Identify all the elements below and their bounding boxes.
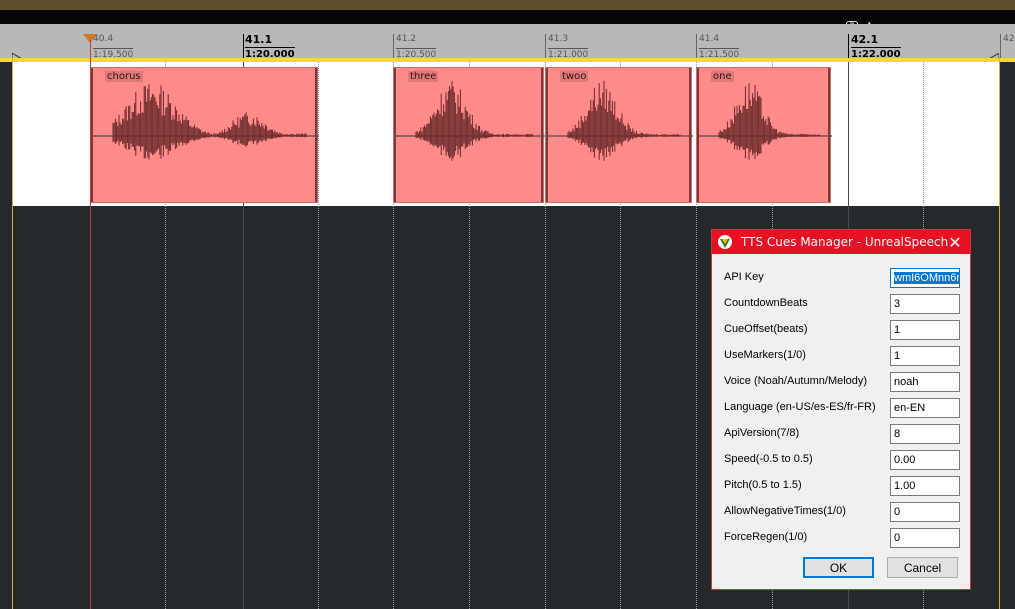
pitch-input[interactable]: 1.00 bbox=[890, 476, 960, 496]
region-lane[interactable]: 3 chorus bbox=[0, 10, 1015, 33]
clip-left-edge[interactable] bbox=[697, 68, 699, 202]
ruler-tick bbox=[1000, 34, 1001, 58]
field-row-pitch: Pitch(0.5 to 1.5) 1.00 bbox=[712, 476, 972, 496]
dialog-title: TTS Cues Manager - UnrealSpeech bbox=[741, 235, 949, 249]
cue-offset-input[interactable]: 1 bbox=[890, 320, 960, 340]
ruler-beat-label: 42.1 bbox=[851, 33, 879, 46]
timeline-ruler[interactable]: 40.4 1:19.500 41.1 1:20.000 41.2 1:20.50… bbox=[0, 24, 1015, 60]
countdown-beats-input[interactable]: 3 bbox=[890, 294, 960, 314]
audio-clip[interactable]: one bbox=[696, 67, 832, 203]
ruler-tick bbox=[848, 34, 849, 58]
clip-label: twoo bbox=[560, 71, 589, 82]
clip-left-edge[interactable] bbox=[546, 68, 548, 202]
waveform bbox=[91, 84, 319, 160]
waveform bbox=[697, 83, 832, 160]
field-label: Voice (Noah/Autumn/Melody) bbox=[724, 375, 868, 387]
clip-label: three bbox=[408, 71, 439, 82]
field-row-force-regen: ForceRegen(1/0) 0 bbox=[712, 528, 972, 548]
field-row-cue-offset: CueOffset(beats) 1 bbox=[712, 320, 972, 340]
force-regen-input[interactable]: 0 bbox=[890, 528, 960, 548]
ruler-tick bbox=[393, 34, 394, 58]
clip-right-edge[interactable] bbox=[828, 68, 830, 202]
track-end-edge bbox=[999, 58, 1000, 609]
edit-cursor-line bbox=[90, 40, 91, 609]
field-label: AllowNegativeTimes(1/0) bbox=[724, 505, 846, 517]
ruler-tick bbox=[243, 34, 244, 58]
field-label: ForceRegen(1/0) bbox=[724, 531, 808, 543]
api-version-input[interactable]: 8 bbox=[890, 424, 960, 444]
tts-cues-dialog: TTS Cues Manager - UnrealSpeech ✕ API Ke… bbox=[711, 229, 971, 590]
language-input[interactable]: en-EN bbox=[890, 398, 960, 418]
clip-left-edge[interactable] bbox=[91, 68, 93, 202]
field-row-voice: Voice (Noah/Autumn/Melody) noah bbox=[712, 372, 972, 392]
audio-clip[interactable]: chorus bbox=[90, 67, 319, 203]
field-label: CueOffset(beats) bbox=[724, 323, 808, 335]
ruler-beat-label: 41.2 bbox=[396, 34, 417, 44]
field-row-allow-negative-times: AllowNegativeTimes(1/0) 0 bbox=[712, 502, 972, 522]
api-key-input[interactable]: wmI6OMnn6n bbox=[890, 268, 960, 288]
clip-right-edge[interactable] bbox=[689, 68, 691, 202]
use-markers-input[interactable]: 1 bbox=[890, 346, 960, 366]
field-label: Language (en-US/es-ES/fr-FR) bbox=[724, 401, 876, 413]
field-label: ApiVersion(7/8) bbox=[724, 427, 800, 439]
ruler-beat-label: 41.4 bbox=[699, 34, 720, 44]
clip-right-edge[interactable] bbox=[541, 68, 543, 202]
app-icon bbox=[718, 235, 732, 249]
field-row-countdown-beats: CountdownBeats 3 bbox=[712, 294, 972, 314]
api-key-value: wmI6OMnn6n bbox=[894, 272, 959, 284]
field-label: API Key bbox=[724, 271, 764, 283]
ruler-beat-label: 42 bbox=[1003, 34, 1015, 44]
field-label: Pitch(0.5 to 1.5) bbox=[724, 479, 802, 491]
clip-right-edge[interactable] bbox=[315, 68, 317, 202]
ruler-beat-label: 41.1 bbox=[245, 33, 273, 46]
dialog-title-bar[interactable]: TTS Cues Manager - UnrealSpeech ✕ bbox=[712, 230, 970, 254]
waveform bbox=[394, 81, 545, 161]
waveform bbox=[546, 80, 693, 161]
field-label: UseMarkers(1/0) bbox=[724, 349, 806, 361]
close-icon[interactable]: ✕ bbox=[946, 233, 964, 252]
clip-left-edge[interactable] bbox=[394, 68, 396, 202]
field-row-speed: Speed(-0.5 to 0.5) 0.00 bbox=[712, 450, 972, 470]
track-start-edge bbox=[12, 58, 13, 609]
field-row-api-key: API Key wmI6OMnn6n bbox=[712, 268, 972, 288]
field-row-use-markers: UseMarkers(1/0) 1 bbox=[712, 346, 972, 366]
field-label: Speed(-0.5 to 0.5) bbox=[724, 453, 813, 465]
field-row-language: Language (en-US/es-ES/fr-FR) en-EN bbox=[712, 398, 972, 418]
field-row-api-version: ApiVersion(7/8) 8 bbox=[712, 424, 972, 444]
ruler-beat-label: 41.3 bbox=[548, 34, 569, 44]
clip-label: chorus bbox=[105, 71, 143, 82]
clip-label: one bbox=[711, 71, 734, 82]
ruler-tick bbox=[545, 34, 546, 58]
voice-input[interactable]: noah bbox=[890, 372, 960, 392]
ok-button[interactable]: OK bbox=[803, 557, 874, 578]
audio-clip[interactable]: twoo bbox=[545, 67, 693, 203]
allow-negative-times-input[interactable]: 0 bbox=[890, 502, 960, 522]
audio-clip[interactable]: three bbox=[393, 67, 545, 203]
field-label: CountdownBeats bbox=[724, 297, 808, 309]
ruler-tick bbox=[696, 34, 697, 58]
speed-input[interactable]: 0.00 bbox=[890, 450, 960, 470]
cancel-button[interactable]: Cancel bbox=[887, 557, 958, 578]
top-bar bbox=[0, 0, 1015, 10]
